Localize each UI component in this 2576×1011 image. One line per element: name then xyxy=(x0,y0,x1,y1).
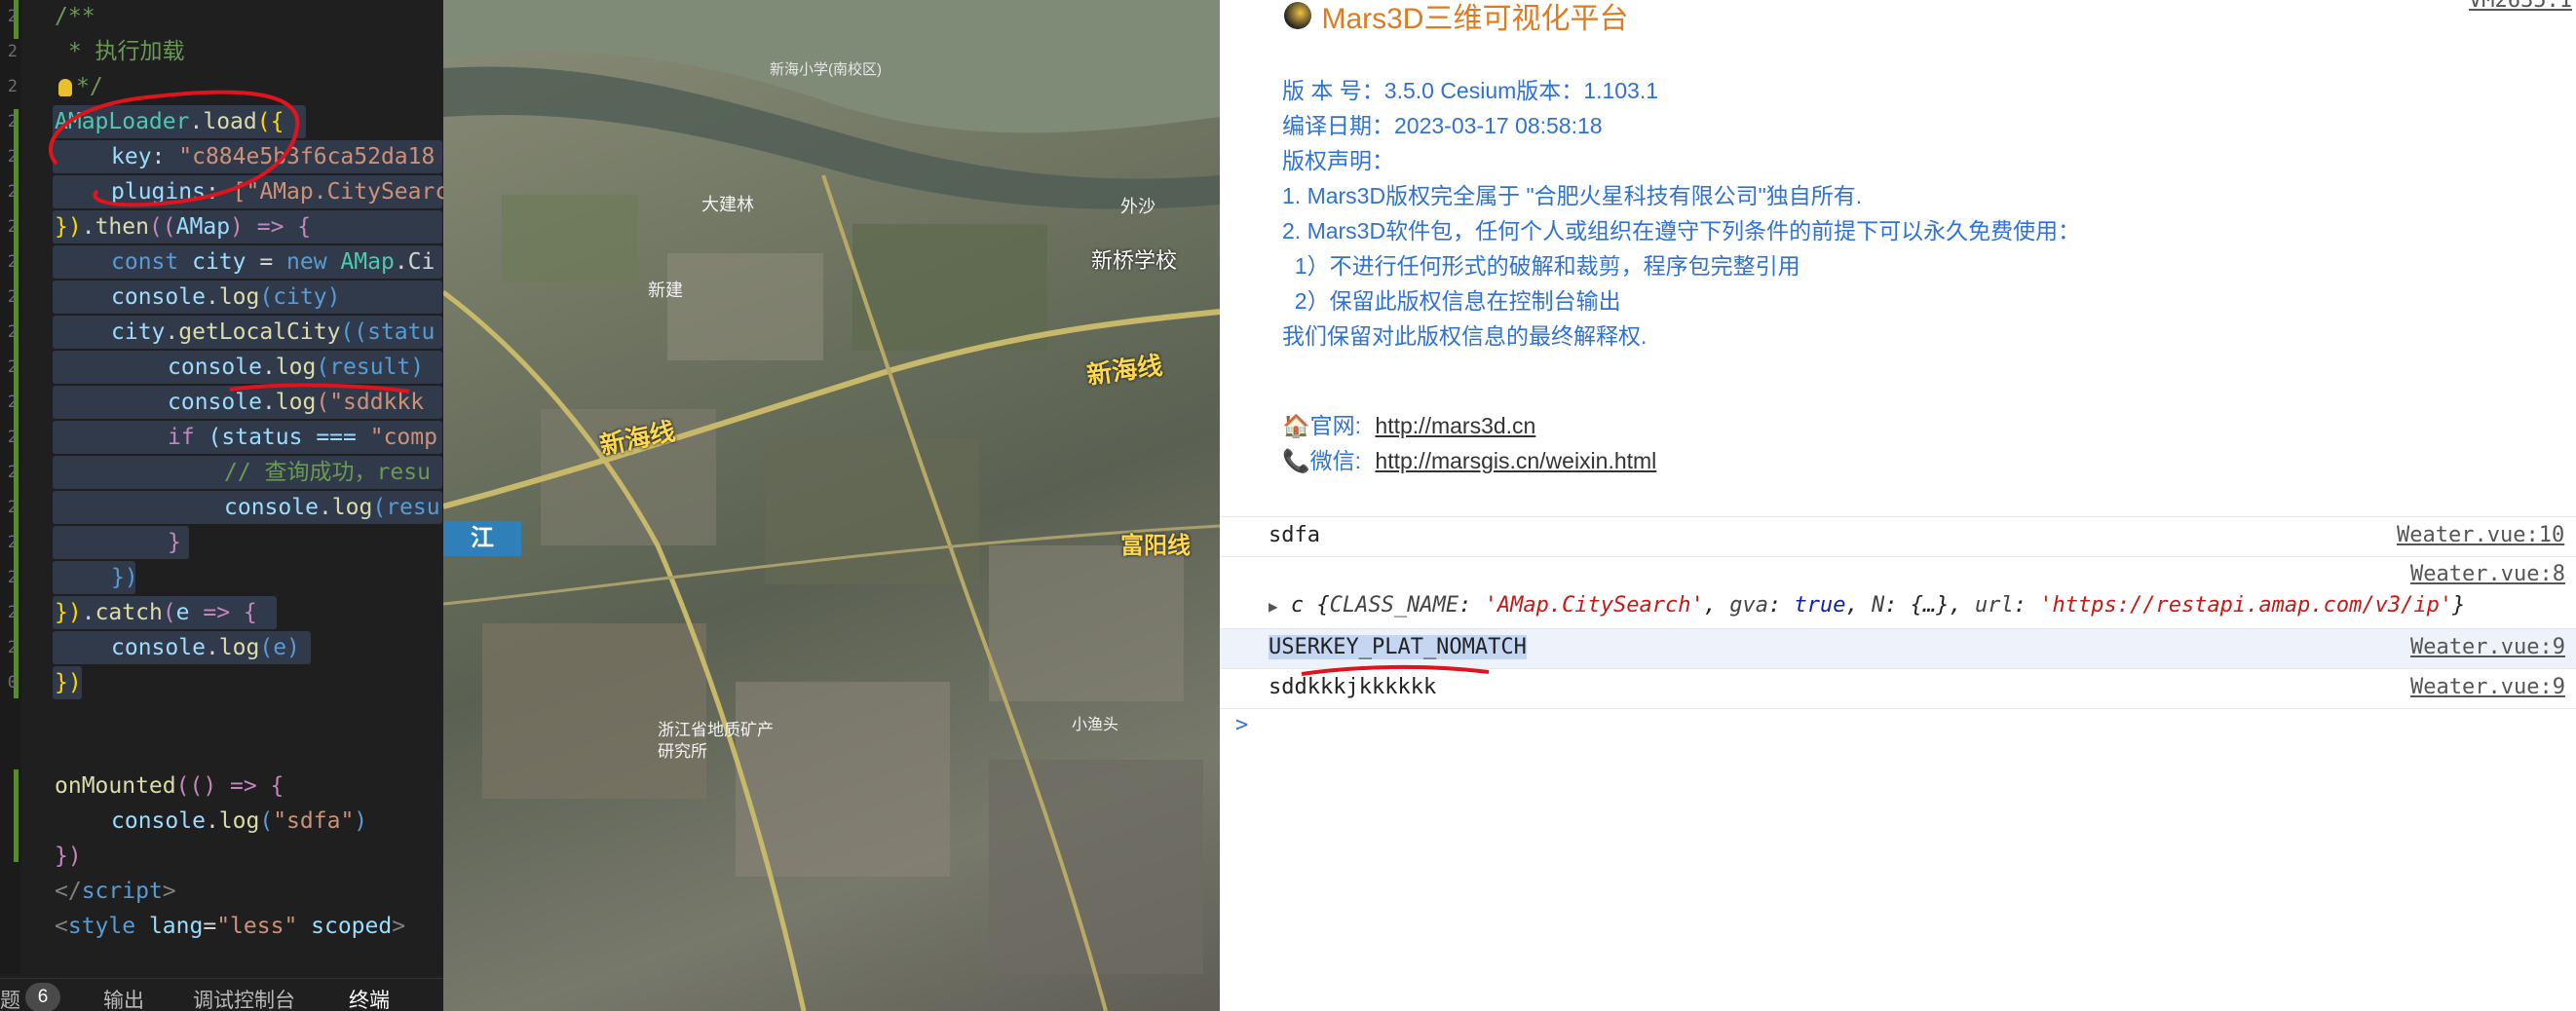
code-line: }).catch(e => { xyxy=(55,600,257,625)
wechat-link[interactable]: http://marsgis.cn/weixin.html xyxy=(1375,448,1656,473)
log-message: sdfa xyxy=(1269,523,1320,547)
globe-icon xyxy=(1284,2,1311,29)
code-line: console.log("sdfa") xyxy=(111,808,368,834)
bottom-panel-tabs: 题 6 输出 调试控制台 终端 xyxy=(0,978,443,1011)
satellite-map-view[interactable]: 新海小学(南校区) 大建林 外沙 新桥学校 新建 新海线 新海线 富阳线 江 浙… xyxy=(443,0,1220,1011)
annotation-circle xyxy=(49,90,410,393)
tab-terminal[interactable]: 终端 xyxy=(349,985,390,1011)
map-road-shield: 江 xyxy=(443,521,521,556)
banner-title-row: Mars3D三维可视化平台 xyxy=(1284,0,1628,37)
log-source-link[interactable]: Weater.vue:10 xyxy=(2397,523,2564,547)
map-label: 研究所 xyxy=(658,742,707,761)
console-log-row[interactable]: sddkkkjkkkkkk Weater.vue:9 xyxy=(1220,669,2576,709)
expand-triangle-icon[interactable]: ▶ xyxy=(1269,597,1278,616)
map-label: 新海小学(南校区) xyxy=(770,61,882,78)
tab-problems[interactable]: 题 xyxy=(0,985,20,1011)
map-road-label: 富阳线 xyxy=(1120,533,1191,559)
gutter-change-marker xyxy=(14,769,19,862)
log-message: USERKEY_PLAT_NOMATCH xyxy=(1269,635,1527,659)
code-line: }) xyxy=(111,565,138,590)
map-label: 大建林 xyxy=(701,195,754,214)
wechat-row: 📞微信: http://marsgis.cn/weixin.html xyxy=(1282,442,1656,475)
map-imagery xyxy=(443,0,1220,1011)
console-log-row[interactable]: sdfa Weater.vue:10 xyxy=(1220,516,2576,557)
source-link[interactable]: VM2635:1 xyxy=(2469,0,2572,13)
phone-icon: 📞 xyxy=(1282,448,1310,473)
code-line: }) xyxy=(55,843,82,869)
code-line: console.log(resu xyxy=(224,495,440,520)
website-link[interactable]: http://mars3d.cn xyxy=(1375,413,1535,438)
house-icon: 🏠 xyxy=(1282,413,1310,438)
code-line: <style lang="less" scoped> xyxy=(55,914,406,939)
code-line: onMounted(() => { xyxy=(55,773,284,799)
code-line: </script> xyxy=(55,879,176,904)
website-row: 🏠官网: http://mars3d.cn xyxy=(1282,407,1535,440)
log-source-link[interactable]: Weater.vue:9 xyxy=(2410,675,2565,699)
tab-output[interactable]: 输出 xyxy=(103,985,144,1011)
problems-count-badge: 6 xyxy=(25,983,60,1011)
code-line: // 查询成功，resu xyxy=(224,460,431,485)
console-prompt[interactable]: > xyxy=(1235,713,1248,737)
banner-title: Mars3D三维可视化平台 xyxy=(1321,3,1629,35)
banner-copyright-item: 1. Mars3D版权完全属于 "合肥火星科技有限公司"独自所有. xyxy=(1282,183,1863,208)
code-line: console.log(e) xyxy=(111,635,300,660)
log-source-link[interactable]: Weater.vue:8 xyxy=(2410,562,2565,586)
banner-reserve: 我们保留对此版权信息的最终解释权. xyxy=(1282,323,1648,349)
banner-compile-date: 编译日期：2023-03-17 08:58:18 xyxy=(1282,113,1603,138)
website-label: 官网: xyxy=(1309,413,1362,438)
devtools-console[interactable]: VM2635:1 Mars3D三维可视化平台 版 本 号：3.5.0 Cesiu… xyxy=(1220,0,2576,1011)
map-label: 新建 xyxy=(648,281,683,300)
map-label: 小渔头 xyxy=(1072,717,1119,733)
log-object[interactable]: ▶ c {CLASS_NAME: 'AMap.CitySearch', gva:… xyxy=(1269,593,2465,618)
wechat-label: 微信: xyxy=(1309,448,1362,473)
banner-copyright-label: 版权声明： xyxy=(1282,148,1394,173)
code-line: } xyxy=(168,530,181,555)
banner-version: 版 本 号：3.5.0 Cesium版本：1.103.1 xyxy=(1282,78,1659,103)
map-label: 新桥学校 xyxy=(1091,248,1178,273)
code-editor[interactable]: 2 2 2 2 2 2 2 2 2 2 2 2 2 2 2 2 2 2 2 0 … xyxy=(0,0,443,1011)
log-message: sddkkkjkkkkkk xyxy=(1269,675,1437,699)
log-source-link[interactable]: Weater.vue:9 xyxy=(2410,635,2565,659)
console-log-row[interactable]: Weater.vue:8 ▶ c {CLASS_NAME: 'AMap.City… xyxy=(1220,556,2576,629)
map-label: 外沙 xyxy=(1120,197,1155,216)
banner-copyright-subitem: 2）保留此版权信息在控制台输出 xyxy=(1282,288,1621,314)
banner-copyright-item: 2. Mars3D软件包，任何个人或组织在遵守下列条件的前提下可以永久免费使用： xyxy=(1282,218,2081,243)
banner-copyright-subitem: 1）不进行任何形式的破解和裁剪，程序包完整引用 xyxy=(1282,253,1800,279)
code-line: }) xyxy=(55,670,82,695)
tab-debug-console[interactable]: 调试控制台 xyxy=(193,985,295,1011)
